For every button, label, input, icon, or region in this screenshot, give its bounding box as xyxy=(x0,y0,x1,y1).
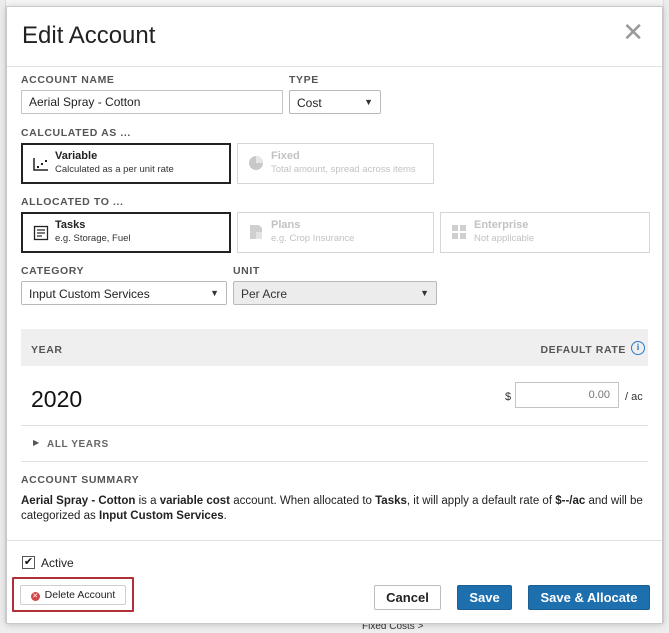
alloc-option-plans[interactable]: Plans e.g. Crop Insurance xyxy=(237,212,434,253)
save-button[interactable]: Save xyxy=(457,585,512,610)
calc-option-variable[interactable]: Variable Calculated as a per unit rate xyxy=(21,143,231,184)
info-icon[interactable]: i xyxy=(631,341,645,355)
close-icon[interactable]: ✕ xyxy=(622,17,644,48)
summary-cost-kind: variable cost xyxy=(159,495,231,507)
pie-chart-icon xyxy=(249,156,263,170)
background-right-edge xyxy=(663,0,669,633)
chevron-down-icon: ▼ xyxy=(420,288,429,298)
summary-target: Tasks xyxy=(375,495,407,507)
delete-account-label: Delete Account xyxy=(44,589,116,601)
edit-account-dialog: Edit Account ✕ ACCOUNT NAME TYPE Cost ▼ … xyxy=(6,6,663,624)
year-row: 2020 $ / ac xyxy=(21,366,648,426)
rates-panel: YEAR DEFAULT RATE i 2020 $ / ac ▶ ALL YE… xyxy=(21,329,648,462)
summary-text: is a xyxy=(135,495,160,507)
alloc-option-enterprise[interactable]: Enterprise Not applicable xyxy=(440,212,650,253)
summary-account-name: Aerial Spray - Cotton xyxy=(21,495,136,507)
active-checkbox[interactable]: ✔ xyxy=(22,556,35,569)
summary-rate: $--/ac xyxy=(555,495,586,507)
cancel-button[interactable]: Cancel xyxy=(374,585,441,610)
rates-header: YEAR DEFAULT RATE i xyxy=(21,329,648,366)
default-rate-input[interactable] xyxy=(515,382,619,408)
alloc-option-tasks-title: Tasks xyxy=(55,219,86,231)
summary-category: Input Custom Services xyxy=(99,510,224,522)
all-years-toggle[interactable]: ▶ ALL YEARS xyxy=(21,426,648,462)
calc-option-variable-subtitle: Calculated as a per unit rate xyxy=(55,164,174,175)
alloc-option-plans-title: Plans xyxy=(271,219,301,231)
summary-text: , it will apply a default rate of xyxy=(406,495,556,507)
grid-icon xyxy=(452,225,466,239)
background-bottom-strip: Fixed Costs > xyxy=(0,621,669,633)
calc-option-fixed[interactable]: Fixed Total amount, spread across items xyxy=(237,143,434,184)
calc-option-variable-title: Variable xyxy=(55,150,98,162)
summary-text: . xyxy=(223,510,227,522)
active-label: Active xyxy=(41,556,74,570)
task-list-icon xyxy=(33,225,49,241)
chevron-down-icon: ▼ xyxy=(210,288,219,298)
type-select-value: Cost xyxy=(297,96,322,110)
delete-account-button[interactable]: ✕ Delete Account xyxy=(20,585,126,605)
summary-text: account. When allocated to xyxy=(230,495,376,507)
alloc-option-tasks-subtitle: e.g. Storage, Fuel xyxy=(55,233,131,244)
alloc-option-plans-subtitle: e.g. Crop Insurance xyxy=(271,233,355,244)
account-summary-text: Aerial Spray - Cotton is a variable cost… xyxy=(21,494,648,524)
chevron-down-icon: ▼ xyxy=(364,97,373,107)
footer-divider xyxy=(7,540,662,541)
scatter-chart-icon xyxy=(33,158,48,171)
caret-right-icon: ▶ xyxy=(33,438,40,447)
alloc-option-enterprise-subtitle: Not applicable xyxy=(474,233,535,244)
allocated-to-label: ALLOCATED TO ... xyxy=(21,196,124,208)
delete-icon: ✕ xyxy=(30,592,40,601)
alloc-option-enterprise-title: Enterprise xyxy=(474,219,529,231)
all-years-label: ALL YEARS xyxy=(47,439,109,450)
account-name-label: ACCOUNT NAME xyxy=(21,74,115,86)
category-select[interactable]: Input Custom Services ▼ xyxy=(21,281,227,305)
account-summary-label: ACCOUNT SUMMARY xyxy=(21,474,140,486)
dialog-header: Edit Account ✕ xyxy=(7,7,662,67)
category-select-value: Input Custom Services xyxy=(29,287,150,301)
unit-label: UNIT xyxy=(233,265,260,277)
year-value: 2020 xyxy=(31,386,83,412)
save-and-allocate-button[interactable]: Save & Allocate xyxy=(528,585,650,610)
account-name-input[interactable] xyxy=(21,90,283,114)
calc-option-fixed-subtitle: Total amount, spread across items xyxy=(271,164,416,175)
type-label: TYPE xyxy=(289,74,319,86)
currency-symbol: $ xyxy=(505,391,512,403)
type-select[interactable]: Cost ▼ xyxy=(289,90,381,114)
category-label: CATEGORY xyxy=(21,265,85,277)
plans-icon xyxy=(250,225,262,239)
calc-option-fixed-title: Fixed xyxy=(271,150,300,162)
unit-select[interactable]: Per Acre ▼ xyxy=(233,281,437,305)
calculated-as-label: CALCULATED AS ... xyxy=(21,127,131,139)
alloc-option-tasks[interactable]: Tasks e.g. Storage, Fuel xyxy=(21,212,231,253)
per-unit-label: / ac xyxy=(625,391,643,403)
dialog-title: Edit Account xyxy=(22,22,156,49)
unit-select-value: Per Acre xyxy=(241,287,288,301)
year-column-header: YEAR xyxy=(31,344,63,356)
default-rate-column-header: DEFAULT RATE xyxy=(540,344,626,356)
